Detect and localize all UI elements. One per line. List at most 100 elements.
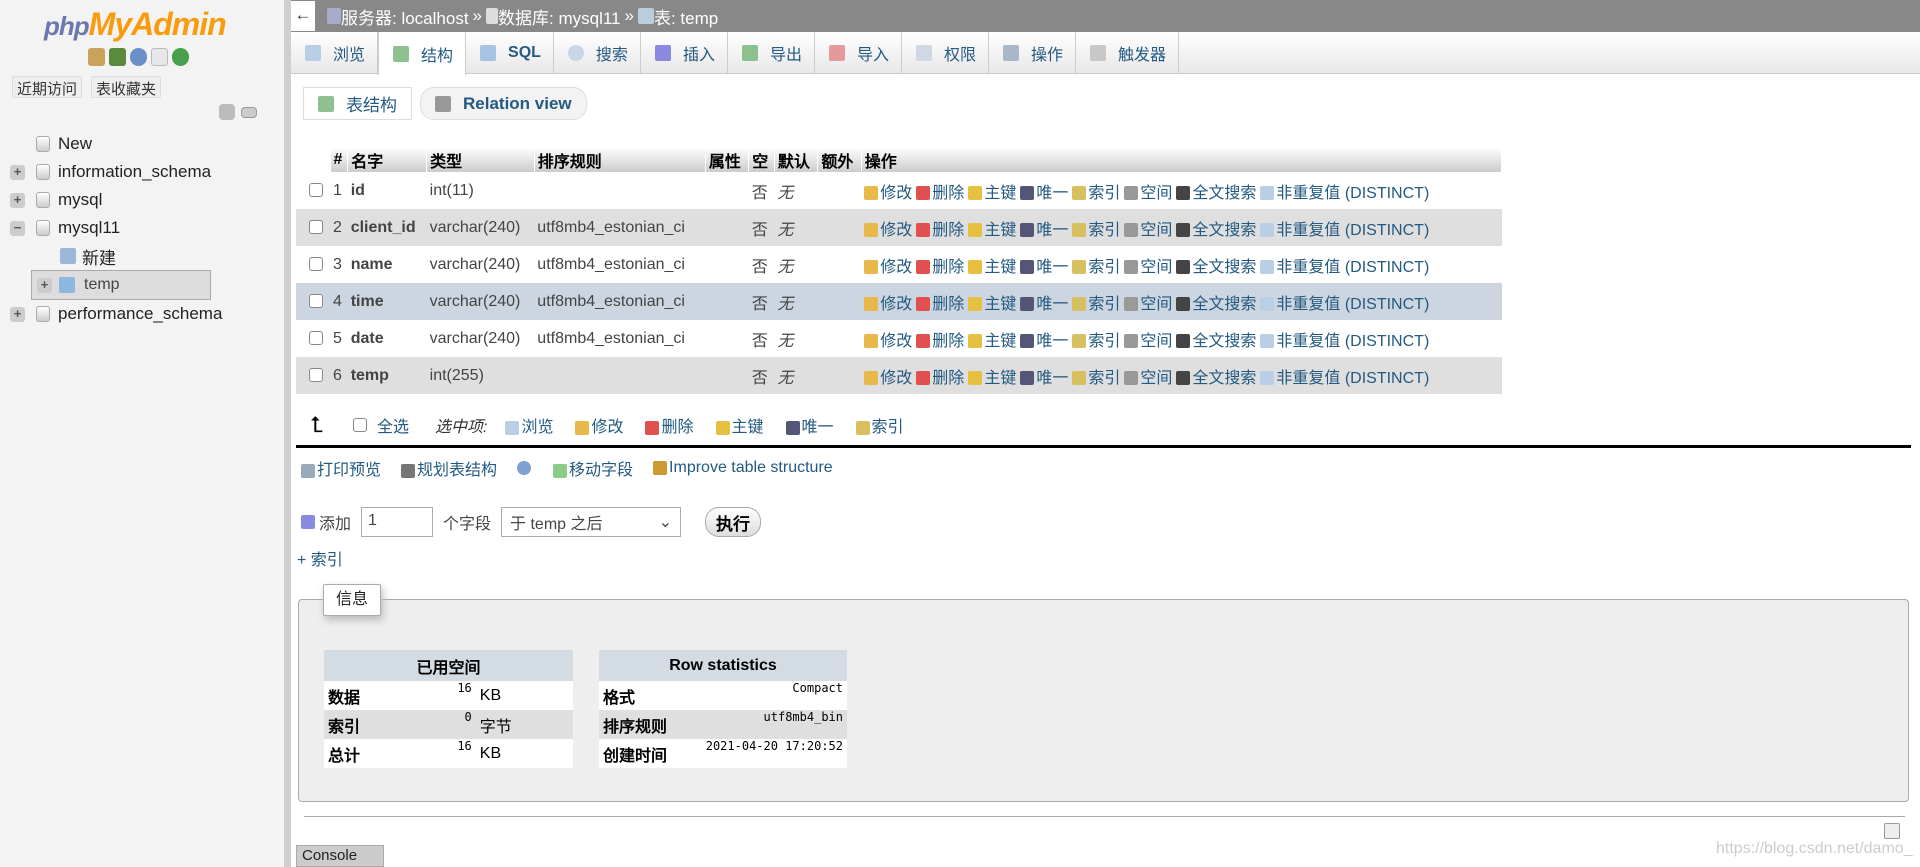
recent-button[interactable]: 近期访问 <box>12 76 83 98</box>
edit-action[interactable]: 修改 <box>864 296 912 313</box>
index-action[interactable]: 索引 <box>1072 259 1120 276</box>
drop-action[interactable]: 删除 <box>916 333 964 350</box>
tree-item-temp[interactable]: + temp <box>31 270 211 300</box>
expand-icon[interactable]: + <box>10 165 25 180</box>
primary-key-action[interactable]: 主键 <box>968 222 1016 239</box>
drop-action[interactable]: 删除 <box>916 185 964 202</box>
breadcrumb-server[interactable]: 服务器: localhost <box>341 4 469 29</box>
tree-item-new-table[interactable]: 新建 <box>0 242 284 270</box>
tab-structure[interactable]: 结构 <box>378 32 467 75</box>
subtab-table-structure[interactable]: 表结构 <box>303 87 412 120</box>
unique-action[interactable]: 唯一 <box>1020 370 1068 387</box>
breadcrumb-table[interactable]: 表: temp <box>654 4 718 29</box>
row-checkbox[interactable] <box>309 368 323 383</box>
expand-icon[interactable]: + <box>10 307 25 322</box>
bulk-primary-key-button[interactable]: 主键 <box>715 413 764 437</box>
collapse-icon[interactable]: − <box>10 221 25 236</box>
tab-privileges[interactable]: 权限 <box>902 32 989 74</box>
spatial-action[interactable]: 空间 <box>1124 222 1172 239</box>
fulltext-action[interactable]: 全文搜索 <box>1176 259 1256 276</box>
column-position-select[interactable]: 于 temp 之后 ⌄ <box>501 507 682 537</box>
row-checkbox[interactable] <box>309 220 323 235</box>
reload-icon[interactable] <box>172 48 189 66</box>
tab-search[interactable]: 搜索 <box>554 32 641 74</box>
spatial-action[interactable]: 空间 <box>1124 185 1172 202</box>
distinct-action[interactable]: 非重复值 (DISTINCT) <box>1260 296 1429 313</box>
phpmyadmin-logo[interactable]: phpMyAdmin <box>44 6 227 43</box>
logout-icon[interactable] <box>109 48 126 66</box>
drop-action[interactable]: 删除 <box>916 370 964 387</box>
expand-icon[interactable]: + <box>10 193 25 208</box>
tab-sql[interactable]: SQL <box>466 32 554 74</box>
primary-key-action[interactable]: 主键 <box>968 370 1016 387</box>
subtab-relation-view[interactable]: Relation view <box>420 87 587 120</box>
fulltext-action[interactable]: 全文搜索 <box>1176 333 1256 350</box>
spatial-action[interactable]: 空间 <box>1124 296 1172 313</box>
fulltext-action[interactable]: 全文搜索 <box>1176 222 1256 239</box>
tree-item-new[interactable]: New <box>0 130 284 158</box>
distinct-action[interactable]: 非重复值 (DISTINCT) <box>1260 185 1429 202</box>
tree-item-performance-schema[interactable]: + performance_schema <box>0 300 284 328</box>
distinct-action[interactable]: 非重复值 (DISTINCT) <box>1260 259 1429 276</box>
primary-key-action[interactable]: 主键 <box>968 185 1016 202</box>
column-count-input[interactable]: 1 <box>361 507 434 537</box>
spatial-action[interactable]: 空间 <box>1124 259 1172 276</box>
print-view-link[interactable]: 打印预览 <box>301 456 381 480</box>
sidebar-resizer[interactable] <box>284 0 291 867</box>
drop-action[interactable]: 删除 <box>916 259 964 276</box>
row-checkbox[interactable] <box>309 257 323 272</box>
tree-item-information-schema[interactable]: + information_schema <box>0 158 284 186</box>
edit-action[interactable]: 修改 <box>864 370 912 387</box>
bulk-edit-button[interactable]: 修改 <box>575 413 623 437</box>
fulltext-action[interactable]: 全文搜索 <box>1176 185 1256 202</box>
check-all-label[interactable]: 全选 <box>377 413 409 437</box>
drop-action[interactable]: 删除 <box>916 222 964 239</box>
edit-action[interactable]: 修改 <box>864 333 912 350</box>
primary-key-action[interactable]: 主键 <box>968 333 1016 350</box>
bulk-index-button[interactable]: 索引 <box>855 413 904 437</box>
spatial-action[interactable]: 空间 <box>1124 370 1172 387</box>
bulk-drop-button[interactable]: 删除 <box>645 413 694 437</box>
unique-action[interactable]: 唯一 <box>1020 222 1068 239</box>
spatial-action[interactable]: 空间 <box>1124 333 1172 350</box>
edit-action[interactable]: 修改 <box>864 222 912 239</box>
tree-item-mysql[interactable]: + mysql <box>0 186 284 214</box>
favorites-button[interactable]: 表收藏夹 <box>91 76 162 98</box>
unique-action[interactable]: 唯一 <box>1020 333 1068 350</box>
improve-structure-link[interactable]: Improve table structure <box>653 459 833 477</box>
unique-action[interactable]: 唯一 <box>1020 296 1068 313</box>
fulltext-action[interactable]: 全文搜索 <box>1176 296 1256 313</box>
tab-export[interactable]: 导出 <box>728 32 815 74</box>
primary-key-action[interactable]: 主键 <box>968 259 1016 276</box>
distinct-action[interactable]: 非重复值 (DISTINCT) <box>1260 370 1429 387</box>
unique-action[interactable]: 唯一 <box>1020 259 1068 276</box>
help-icon[interactable] <box>517 461 532 475</box>
index-action[interactable]: 索引 <box>1072 333 1120 350</box>
edit-action[interactable]: 修改 <box>864 259 912 276</box>
index-action[interactable]: 索引 <box>1072 370 1120 387</box>
docs-icon[interactable] <box>151 48 168 66</box>
row-checkbox[interactable] <box>309 331 323 346</box>
go-button[interactable]: 执行 <box>705 507 762 537</box>
expand-icon[interactable]: + <box>37 278 52 293</box>
move-columns-link[interactable]: 移动字段 <box>553 456 633 480</box>
tab-insert[interactable]: 插入 <box>641 32 728 74</box>
help-icon[interactable] <box>130 48 147 66</box>
distinct-action[interactable]: 非重复值 (DISTINCT) <box>1260 222 1429 239</box>
home-icon[interactable] <box>88 48 105 66</box>
index-action[interactable]: 索引 <box>1072 222 1120 239</box>
row-checkbox[interactable] <box>309 183 323 198</box>
tab-operations[interactable]: 操作 <box>989 32 1077 74</box>
link-icon[interactable] <box>241 107 257 118</box>
tab-import[interactable]: 导入 <box>815 32 902 74</box>
edit-action[interactable]: 修改 <box>864 185 912 202</box>
back-button[interactable]: ← <box>291 1 315 31</box>
tree-item-mysql11[interactable]: − mysql11 <box>0 214 284 242</box>
index-action[interactable]: 索引 <box>1072 185 1120 202</box>
index-action[interactable]: 索引 <box>1072 296 1120 313</box>
breadcrumb-database[interactable]: 数据库: mysql11 <box>498 4 621 29</box>
bulk-browse-button[interactable]: 浏览 <box>505 413 553 437</box>
distinct-action[interactable]: 非重复值 (DISTINCT) <box>1260 333 1429 350</box>
row-checkbox[interactable] <box>309 294 323 309</box>
tab-triggers[interactable]: 触发器 <box>1076 32 1180 74</box>
